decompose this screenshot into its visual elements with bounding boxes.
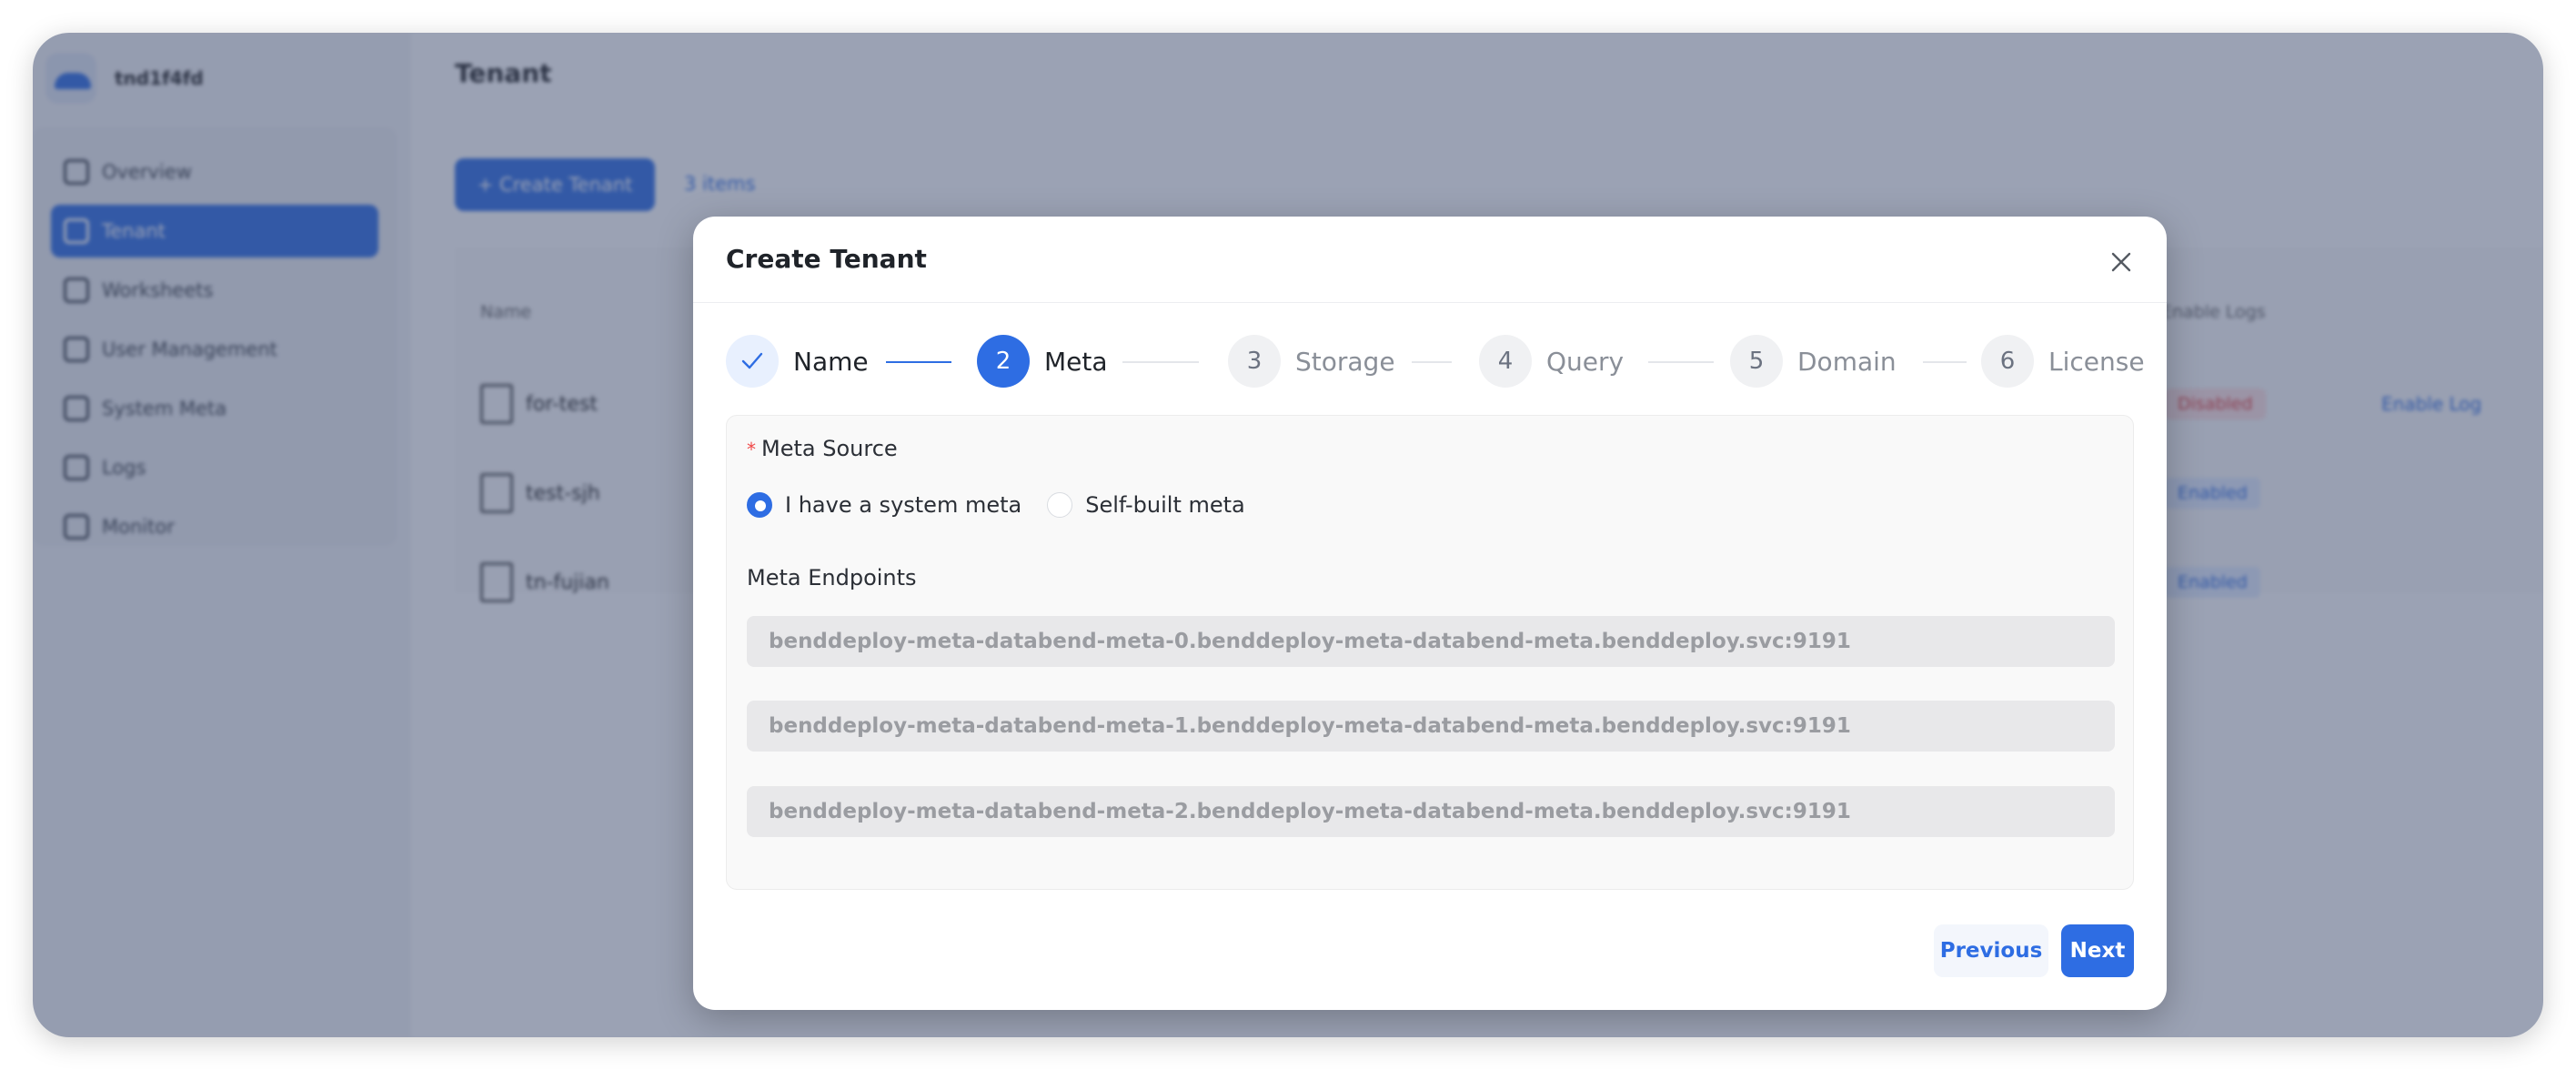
- radio-button-checked[interactable]: [747, 492, 772, 518]
- step-label: License: [2048, 346, 2145, 377]
- step-label: Meta: [1044, 346, 1108, 377]
- step-label: Storage: [1295, 346, 1395, 377]
- check-icon: [741, 352, 763, 369]
- step-connector: [1923, 361, 1967, 363]
- step-connector: [1122, 361, 1199, 363]
- meta-source-radio-group: I have a system meta Self-built meta: [747, 489, 1271, 521]
- meta-endpoint-field: benddeploy-meta-databend-meta-2.benddepl…: [747, 786, 2115, 837]
- meta-source-text: Meta Source: [761, 436, 898, 461]
- stepper: Name 2 Meta 3 Storage 4 Query 5 Domain 6…: [726, 335, 2145, 388]
- step-label: Name: [793, 346, 869, 377]
- step-connector: [1412, 361, 1452, 363]
- next-button[interactable]: Next: [2061, 924, 2134, 977]
- step-circle: 5: [1730, 335, 1783, 388]
- step-storage[interactable]: 3 Storage: [1228, 335, 1395, 388]
- radio-self-built-meta[interactable]: Self-built meta: [1047, 492, 1245, 518]
- close-button[interactable]: [2107, 247, 2136, 277]
- meta-endpoint-field: benddeploy-meta-databend-meta-0.benddepl…: [747, 616, 2115, 667]
- create-tenant-modal: Create Tenant Name 2 Meta 3 Storage 4 Qu…: [693, 217, 2167, 1010]
- step-connector: [886, 361, 951, 363]
- previous-button[interactable]: Previous: [1934, 924, 2048, 977]
- step-connector: [1648, 361, 1714, 363]
- radio-button[interactable]: [1047, 492, 1073, 518]
- modal-title: Create Tenant: [726, 244, 927, 274]
- step-label: Domain: [1797, 346, 1897, 377]
- step-name[interactable]: Name: [726, 335, 869, 388]
- modal-header: Create Tenant: [693, 217, 2167, 303]
- meta-endpoint-field: benddeploy-meta-databend-meta-1.benddepl…: [747, 701, 2115, 752]
- radio-label: I have a system meta: [785, 492, 1022, 518]
- radio-label: Self-built meta: [1085, 492, 1245, 518]
- step-label: Query: [1546, 346, 1625, 377]
- step-circle: 6: [1981, 335, 2034, 388]
- step-circle: 2: [977, 335, 1030, 388]
- close-icon: [2111, 252, 2131, 272]
- meta-source-label: * Meta Source: [747, 436, 898, 461]
- meta-endpoints-label: Meta Endpoints: [747, 565, 917, 591]
- step-domain[interactable]: 5 Domain: [1730, 335, 1897, 388]
- step-circle: 4: [1479, 335, 1532, 388]
- step-circle: 3: [1228, 335, 1281, 388]
- step-circle: [726, 335, 779, 388]
- step-meta[interactable]: 2 Meta: [977, 335, 1108, 388]
- step-license[interactable]: 6 License: [1981, 335, 2145, 388]
- step-query[interactable]: 4 Query: [1479, 335, 1624, 388]
- required-marker: *: [747, 439, 756, 460]
- meta-form-panel: * Meta Source I have a system meta Self-b…: [726, 415, 2134, 890]
- app-window: tnd1f4fd Overview Tenant Worksheets Use: [33, 33, 2543, 1037]
- radio-system-meta[interactable]: I have a system meta: [747, 492, 1021, 518]
